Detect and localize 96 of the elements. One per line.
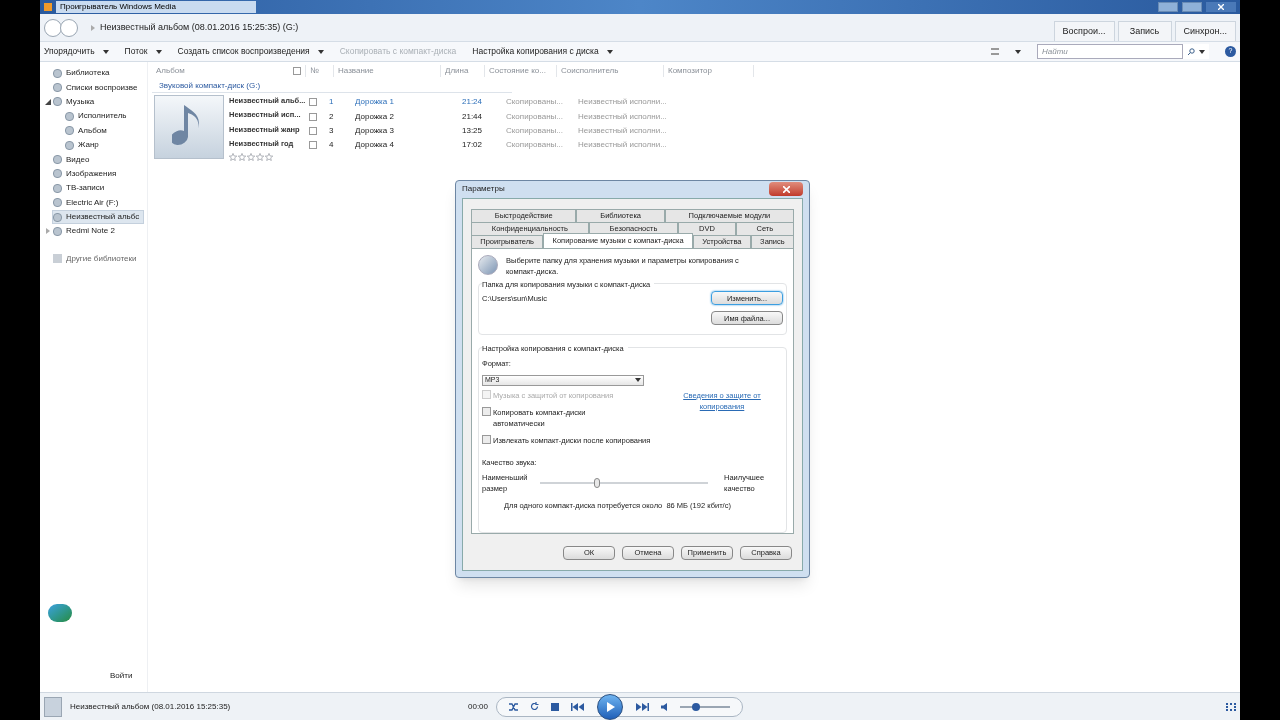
next-icon[interactable] xyxy=(635,702,650,711)
app-icon xyxy=(44,3,52,11)
window-title: Проигрыватель Windows Media xyxy=(56,1,256,13)
quality-slider-thumb[interactable] xyxy=(594,478,601,488)
dialog-title: Параметры xyxy=(462,183,506,196)
sidebar-item[interactable]: Музыка xyxy=(52,94,100,109)
select-all-checkbox[interactable] xyxy=(293,67,301,75)
close-button[interactable] xyxy=(1206,2,1236,12)
volume-thumb[interactable] xyxy=(692,702,701,711)
sidebar-item[interactable]: Альбом xyxy=(64,123,112,138)
caret-icon xyxy=(102,49,109,54)
player-tab[interactable]: Воспрои... xyxy=(1053,21,1115,41)
table-cell-text: 1 xyxy=(328,96,335,109)
breadcrumb[interactable]: Неизвестный альбом (08.01.2016 15:25:35) (G:) xyxy=(100,20,299,35)
column-header[interactable]: Название xyxy=(334,65,441,77)
cd-icon xyxy=(478,254,498,275)
track-row[interactable]: 2 Дорожка 2 21:44 Скопированы... Неизвестный исполни... xyxy=(309,109,685,124)
now-playing-title: Неизвестный альбом (08.01.2016 15:25:35) xyxy=(70,700,232,713)
shuffle-icon[interactable] xyxy=(509,702,519,711)
switch-view-icon[interactable] xyxy=(1226,702,1236,711)
view-options-icon[interactable] xyxy=(991,48,999,55)
caret-icon xyxy=(1199,49,1205,54)
search-field[interactable]: Найти xyxy=(1037,44,1183,59)
caret-icon xyxy=(155,49,162,54)
repeat-icon[interactable] xyxy=(530,702,540,711)
table-cell-text: Неизвестный исполни... xyxy=(578,96,668,109)
sidebar-item[interactable]: ТВ-записи xyxy=(52,181,110,196)
close-icon xyxy=(1218,4,1224,10)
minimize-button[interactable] xyxy=(1158,2,1178,12)
toolbar-menu[interactable]: Настройка копирования с диска xyxy=(472,45,613,58)
collapsed-arrow-icon[interactable] xyxy=(90,24,96,31)
previous-icon[interactable] xyxy=(571,702,586,711)
forward-button[interactable] xyxy=(60,18,78,37)
table-cell-text: Скопированы... xyxy=(506,139,564,152)
volume-track[interactable] xyxy=(680,705,731,708)
search-icon[interactable] xyxy=(1187,47,1195,56)
table-cell-text: Скопированы... xyxy=(506,124,564,137)
row-checkbox[interactable] xyxy=(309,112,317,121)
sidebar-item[interactable]: Жанр xyxy=(64,138,104,153)
sidebar-item[interactable]: Видео xyxy=(52,152,95,167)
library-icon xyxy=(53,254,62,264)
sidebar-item[interactable]: Списки воспроизве xyxy=(52,80,143,95)
group-header: Звуковой компакт-диск (G:) xyxy=(152,80,512,93)
table-cell-text: Скопированы... xyxy=(506,110,564,123)
caret-icon xyxy=(635,378,641,382)
table-cell-text: 2 xyxy=(328,110,335,123)
close-icon xyxy=(782,185,790,193)
expanded-arrow-icon[interactable] xyxy=(45,98,51,105)
column-header[interactable]: Состояние ко... xyxy=(485,65,557,77)
time-display: 00:00 xyxy=(468,700,489,713)
caret-icon xyxy=(1015,49,1021,54)
sidebar-item[interactable]: Redmi Note 2 xyxy=(52,224,120,239)
checkbox[interactable] xyxy=(482,435,491,445)
sidebar-item[interactable]: Electric Air (F:) xyxy=(52,195,124,210)
table-cell-text: Неизвестный исполни... xyxy=(578,124,668,137)
player-tab[interactable]: Синхрон... xyxy=(1174,21,1236,41)
checkbox[interactable] xyxy=(482,406,491,416)
table-cell-text: Дорожка 3 xyxy=(355,124,395,137)
sidebar-item[interactable]: Библиотека xyxy=(52,66,115,81)
play-button[interactable] xyxy=(597,693,624,720)
caret-icon xyxy=(317,49,324,54)
table-cell-text: Скопированы... xyxy=(506,96,564,109)
table-cell-text: Дорожка 4 xyxy=(355,139,395,152)
maximize-button[interactable] xyxy=(1182,2,1202,12)
sign-in-link[interactable]: Войти xyxy=(110,670,133,682)
toolbar-menu[interactable]: Создать список воспроизведения xyxy=(177,45,324,58)
table-cell-text: 21:24 xyxy=(462,96,484,109)
table-cell-text: Дорожка 2 xyxy=(355,110,395,123)
track-row[interactable]: 1 Дорожка 1 21:24 Скопированы... Неизвестный исполни... xyxy=(309,95,685,110)
sidebar-item[interactable]: Изображения xyxy=(52,166,122,181)
row-checkbox[interactable] xyxy=(309,98,317,107)
table-cell-text: Неизвестный исполни... xyxy=(578,139,668,152)
back-button[interactable] xyxy=(44,18,62,37)
table-cell-text: 13:25 xyxy=(462,124,484,137)
stop-icon[interactable] xyxy=(551,702,560,711)
sidebar-item[interactable]: Неизвестный альбс xyxy=(52,210,145,225)
track-row[interactable]: 4 Дорожка 4 17:02 Скопированы... Неизвестный исполни... xyxy=(309,138,685,153)
speaker-icon[interactable] xyxy=(661,702,669,711)
toolbar-menu[interactable]: Упорядочить xyxy=(44,45,109,58)
table-cell-text: 17:02 xyxy=(462,139,484,152)
table-cell-text: Неизвестный исполни... xyxy=(578,110,668,123)
sidebar-item[interactable]: Исполнитель xyxy=(64,109,132,124)
toolbar-menu[interactable]: Поток xyxy=(124,45,162,58)
table-cell-text: 3 xyxy=(328,124,335,137)
track-row[interactable]: 3 Дорожка 3 13:25 Скопированы... Неизвестный исполни... xyxy=(309,123,685,139)
play-icon xyxy=(605,701,615,712)
table-cell-text: Дорожка 1 xyxy=(355,96,395,109)
close-button[interactable] xyxy=(769,182,803,197)
row-checkbox[interactable] xyxy=(309,141,317,150)
caret-icon xyxy=(606,49,613,54)
table-cell-text: 21:44 xyxy=(462,110,484,123)
row-checkbox[interactable] xyxy=(309,126,317,135)
sidebar-item[interactable]: Другие библиотеки xyxy=(44,252,147,265)
collapsed-arrow-icon[interactable] xyxy=(45,228,51,235)
player-tab[interactable]: Запись xyxy=(1117,21,1172,41)
table-cell-text: 4 xyxy=(328,139,335,152)
